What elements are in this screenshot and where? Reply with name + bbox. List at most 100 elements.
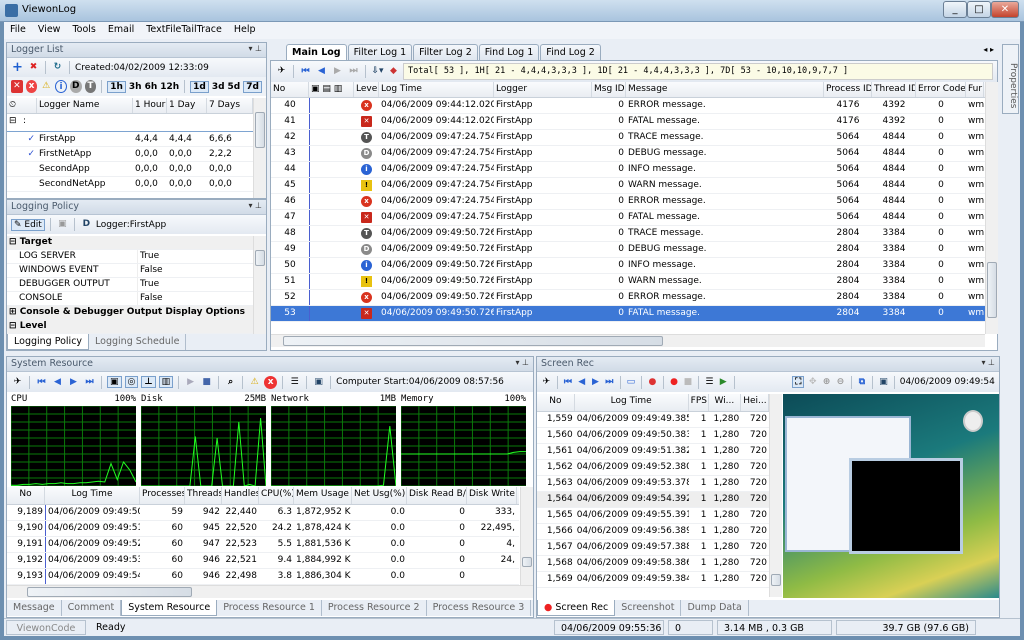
screen-rec-row[interactable]: 1,569 04/06/2009 09:49:59.384 1 1,280 720 <box>537 572 769 588</box>
col-hei-[interactable]: Hei... <box>741 394 769 411</box>
disk-toggle-icon[interactable]: ◎ <box>124 376 139 388</box>
move-icon[interactable]: ✥ <box>807 376 818 389</box>
minimize-button[interactable]: _ <box>943 1 967 18</box>
trace-filter-icon[interactable]: T <box>84 80 97 93</box>
record-icon[interactable]: ● <box>669 376 680 389</box>
col-no[interactable]: No <box>7 487 45 504</box>
category-console[interactable]: ⊞ Console & Debugger Output Display Opti… <box>7 306 253 320</box>
menu-email[interactable]: Email <box>102 22 140 37</box>
last-icon[interactable]: ⏭ <box>347 65 360 78</box>
logger-row[interactable]: ✓ FirstNetApp 0,0,0 0,0,0 2,2,2 <box>7 147 253 162</box>
filter-3h[interactable]: 3h <box>129 82 142 92</box>
play-save-icon[interactable]: ▶ <box>718 376 729 389</box>
main-log-vscroll[interactable] <box>985 82 998 334</box>
prev-icon[interactable]: ◀ <box>576 376 587 389</box>
report-icon[interactable]: ☰ <box>288 376 301 389</box>
sr-vscroll[interactable] <box>520 487 533 585</box>
property-row[interactable]: DEBUGGER OUTPUT True <box>7 278 253 292</box>
save-icon[interactable]: ▣ <box>878 376 889 389</box>
pin-icon[interactable]: ✈ <box>541 376 552 389</box>
edit-button[interactable]: ✎ Edit <box>11 218 45 231</box>
tab-process-resource-2[interactable]: Process Resource 2 <box>322 600 427 616</box>
filter-6h[interactable]: 6h <box>145 82 158 92</box>
menu-view[interactable]: View <box>32 22 67 37</box>
col-logger[interactable]: Logger <box>494 82 592 97</box>
col-mem-usage[interactable]: Mem Usage <box>294 487 352 504</box>
screen-rec-row[interactable]: 1,567 04/06/2009 09:49:57.388 1 1,280 720 <box>537 540 769 556</box>
log-row[interactable]: 45! 04/06/2009 09:47:24.754 FirstApp 0 WARN … <box>271 178 985 194</box>
tab-logging-policy[interactable]: Logging Policy <box>7 334 90 350</box>
tab-logging-schedule[interactable]: Logging Schedule <box>89 334 187 350</box>
save-icon[interactable]: ▣ <box>312 376 325 389</box>
zoom-out-icon[interactable]: ⊖ <box>835 376 846 389</box>
logger-row[interactable]: ✓ FirstApp 4,4,4 4,4,4 6,6,6 <box>7 132 253 147</box>
sc-vscroll[interactable] <box>769 394 782 597</box>
error-icon[interactable]: x <box>264 375 278 389</box>
memory-toggle-icon[interactable]: ▥ <box>158 376 174 388</box>
pin-icon[interactable]: ✈ <box>275 65 288 78</box>
log-row[interactable]: 47 ✕ 04/06/2009 09:47:24.754 FirstApp 0 FATAL… <box>271 210 985 226</box>
logger-row[interactable]: SecondNetApp 0,0,0 0,0,0 0,0,0 <box>7 177 253 192</box>
first-icon[interactable]: ⏮ <box>299 65 312 78</box>
col-thread-id[interactable]: Thread ID <box>872 82 916 97</box>
resource-row[interactable]: 9,19004/06/2009 09:49:51.382 60 945 22,520 2… <box>7 521 519 537</box>
report-icon[interactable]: ☰ <box>704 376 715 389</box>
col-log-time[interactable]: Log Time <box>575 394 689 411</box>
property-row[interactable]: WINDOWS EVENT False <box>7 264 253 278</box>
tab-find-log-2[interactable]: Find Log 2 <box>540 44 601 60</box>
col-no[interactable]: No <box>271 82 309 97</box>
screen-rec-row[interactable]: 1,568 04/06/2009 09:49:58.386 1 1,280 720 <box>537 556 769 572</box>
warn-icon[interactable]: ⚠ <box>248 376 261 389</box>
first-icon[interactable]: ⏮ <box>563 376 574 389</box>
next-icon[interactable]: ▶ <box>590 376 601 389</box>
fit-icon[interactable]: ⛶ <box>792 376 805 388</box>
property-value[interactable]: True <box>137 278 247 291</box>
logger-scrollbar[interactable] <box>253 98 266 198</box>
policy-scrollbar[interactable] <box>253 236 266 334</box>
col-msg-id[interactable]: Msg ID <box>592 82 626 97</box>
log-row[interactable]: 52 x 04/06/2009 09:49:50.726 FirstApp 0 ERROR… <box>271 290 985 306</box>
menu-file[interactable]: File <box>4 22 32 37</box>
menu-textfiletailtrace[interactable]: TextFileTailTrace <box>140 22 228 37</box>
tab-screenshot[interactable]: Screenshot <box>615 600 682 616</box>
menu-help[interactable]: Help <box>228 22 262 37</box>
screen-rec-row[interactable]: 1,559 04/06/2009 09:49:49.385 1 1,280 720 <box>537 412 769 428</box>
stop-icon[interactable]: ■ <box>200 376 213 389</box>
pin-icon[interactable]: ▾ ⊥ <box>248 44 262 53</box>
debug-filter-icon[interactable]: D <box>69 80 82 93</box>
col-1-hour[interactable]: 1 Hour <box>133 98 167 113</box>
col-wi-[interactable]: Wi... <box>709 394 742 411</box>
log-row[interactable]: 53 ✕ 04/06/2009 09:49:50.726 FirstApp 0 FATAL… <box>271 306 985 322</box>
log-row[interactable]: 43 D 04/06/2009 09:47:24.754 FirstApp 0 DEBUG… <box>271 146 985 162</box>
screen-rec-row[interactable]: 1,560 04/06/2009 09:49:50.383 1 1,280 720 <box>537 428 769 444</box>
monitor-icon[interactable]: ▭ <box>625 376 636 389</box>
screen-rec-row[interactable]: 1,562 04/06/2009 09:49:52.380 1 1,280 720 <box>537 460 769 476</box>
col-log-time[interactable]: Log Time <box>379 82 494 97</box>
tab-dump-data[interactable]: Dump Data <box>681 600 749 616</box>
col-cpu-[interactable]: CPU(%) <box>259 487 294 504</box>
tab-system-resource[interactable]: System Resource <box>121 600 218 616</box>
category-target[interactable]: ⊟ Target <box>7 236 253 250</box>
filter-5d[interactable]: 5d <box>228 82 241 92</box>
menu-tools[interactable]: Tools <box>66 22 101 37</box>
tab-screen-rec[interactable]: ● Screen Rec <box>537 600 616 616</box>
tab-filter-log-1[interactable]: Filter Log 1 <box>347 44 413 60</box>
property-value[interactable]: False <box>137 292 247 305</box>
resource-row[interactable]: 9,19304/06/2009 09:49:54.392 60 946 22,498 3… <box>7 569 519 585</box>
col-disk-write[interactable]: Disk Write <box>467 487 517 504</box>
close-button[interactable]: ✕ <box>991 1 1019 18</box>
first-icon[interactable]: ⏮ <box>35 376 48 389</box>
col-log-time[interactable]: Log Time <box>45 487 140 504</box>
filter-12h[interactable]: 12h <box>160 82 179 92</box>
col-net-usg-[interactable]: Net Usg(%) <box>352 487 407 504</box>
screen-rec-row[interactable]: 1,564 04/06/2009 09:49:54.392 1 1,280 720 <box>537 492 769 508</box>
col-disk-read-b-t[interactable]: Disk Read B/t <box>407 487 467 504</box>
prev-icon[interactable]: ◀ <box>51 376 64 389</box>
last-icon[interactable]: ⏭ <box>604 376 615 389</box>
screen-rec-row[interactable]: 1,561 04/06/2009 09:49:51.382 1 1,280 720 <box>537 444 769 460</box>
properties-side-tab[interactable]: Properties <box>1002 44 1019 114</box>
clear-icon[interactable]: ◆ <box>387 65 400 78</box>
col-process-id[interactable]: Process ID <box>824 82 872 97</box>
zoom-icon[interactable]: ⌕ <box>224 376 237 389</box>
add-icon[interactable]: + <box>11 61 24 74</box>
